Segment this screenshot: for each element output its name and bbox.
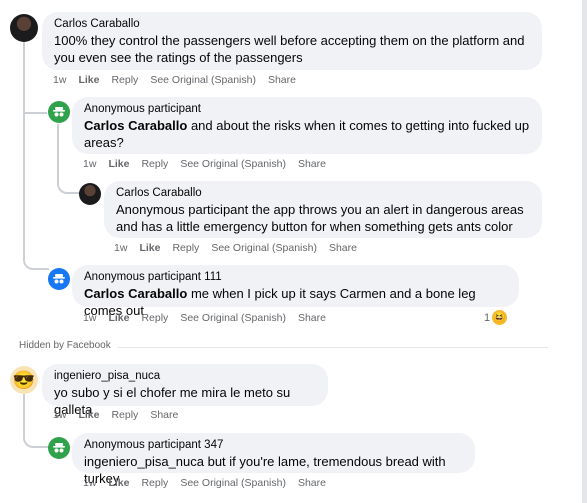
share-button[interactable]: Share: [298, 312, 326, 324]
comment-time[interactable]: 1w: [83, 312, 96, 324]
reaction-count: 1: [484, 311, 491, 324]
avatar[interactable]: [10, 14, 38, 42]
like-button[interactable]: Like: [108, 477, 129, 489]
comment-actions: 1w Like Reply See Original (Spanish) Sha…: [83, 312, 326, 324]
share-button[interactable]: Share: [268, 74, 296, 86]
reply-button[interactable]: Reply: [111, 409, 138, 421]
comment-author[interactable]: ingeniero_pisa_nuca: [54, 369, 316, 384]
thread-line-second: [23, 394, 49, 448]
thread-line-main: [23, 40, 49, 270]
hidden-by-facebook-label: Hidden by Facebook: [19, 340, 111, 351]
share-button[interactable]: Share: [150, 409, 178, 421]
divider: [118, 347, 548, 348]
see-original-button[interactable]: See Original (Spanish): [180, 477, 286, 489]
see-original-button[interactable]: See Original (Spanish): [211, 242, 317, 254]
comment-actions: 1w Like Reply See Original (Spanish) Sha…: [83, 477, 326, 489]
avatar[interactable]: [79, 183, 101, 205]
anonymous-icon: [53, 443, 65, 453]
avatar[interactable]: [48, 268, 70, 290]
comment-text: Anonymous participant the app throws you…: [116, 202, 524, 234]
comment-author[interactable]: Anonymous participant 347: [84, 438, 463, 453]
comment-time[interactable]: 1w: [53, 74, 66, 86]
comment-bubble: Anonymous participant 111 Carlos Carabal…: [72, 265, 519, 318]
mention-link[interactable]: Carlos Caraballo: [84, 286, 187, 301]
share-button[interactable]: Share: [298, 158, 326, 170]
comment-bubble: ingeniero_pisa_nuca yo subo y si el chof…: [42, 364, 328, 417]
scrollbar[interactable]: [582, 0, 587, 503]
comment-actions: 1w Like Reply See Original (Spanish) Sha…: [114, 242, 357, 254]
see-original-button[interactable]: See Original (Spanish): [180, 158, 286, 170]
share-button[interactable]: Share: [298, 477, 326, 489]
comment-time[interactable]: 1w: [83, 477, 96, 489]
comment-time[interactable]: 1w: [114, 242, 127, 254]
comment-bubble: Anonymous participant Carlos Caraballo a…: [72, 97, 542, 154]
like-button[interactable]: Like: [108, 158, 129, 170]
comment-author[interactable]: Carlos Caraballo: [54, 17, 530, 32]
avatar[interactable]: [48, 101, 70, 123]
comment-actions: 1w Like Reply See Original (Spanish) Sha…: [53, 74, 296, 86]
comment-author[interactable]: Anonymous participant 111: [84, 270, 507, 285]
reaction-summary[interactable]: 1 😆: [484, 309, 509, 326]
comment-text: 100% they control the passengers well be…: [54, 33, 525, 65]
reply-button[interactable]: Reply: [141, 477, 168, 489]
anonymous-icon: [53, 107, 65, 117]
comment-actions: 1w Like Reply See Original (Spanish) Sha…: [83, 158, 326, 170]
see-original-button[interactable]: See Original (Spanish): [180, 312, 286, 324]
scrollbar-thumb[interactable]: [582, 0, 587, 503]
avatar[interactable]: [48, 437, 70, 459]
like-button[interactable]: Like: [78, 74, 99, 86]
laughing-emoji-icon: 😆: [491, 309, 509, 326]
reply-button[interactable]: Reply: [172, 242, 199, 254]
share-button[interactable]: Share: [329, 242, 357, 254]
comment-time[interactable]: 1w: [53, 409, 66, 421]
avatar[interactable]: 😎: [10, 366, 38, 394]
see-original-button[interactable]: See Original (Spanish): [150, 74, 256, 86]
mention-link[interactable]: Carlos Caraballo: [84, 118, 187, 133]
comment-author[interactable]: Carlos Caraballo: [116, 186, 530, 201]
sunglasses-emoji-icon: 😎: [12, 369, 36, 390]
reply-button[interactable]: Reply: [111, 74, 138, 86]
comment-actions: 1w Like Reply Share: [53, 409, 178, 421]
comment-text: Carlos Caraballo and about the risks whe…: [84, 117, 530, 151]
comment-time[interactable]: 1w: [83, 158, 96, 170]
like-button[interactable]: Like: [139, 242, 160, 254]
like-button[interactable]: Like: [78, 409, 99, 421]
anonymous-icon: [53, 274, 65, 284]
thread-line-branch: [23, 100, 47, 114]
comment-bubble: Carlos Caraballo 100% they control the p…: [42, 12, 542, 70]
comment-author[interactable]: Anonymous participant: [84, 102, 530, 117]
like-button[interactable]: Like: [108, 312, 129, 324]
comment-bubble: Carlos Caraballo Anonymous participant t…: [104, 181, 542, 238]
reply-button[interactable]: Reply: [141, 158, 168, 170]
reply-button[interactable]: Reply: [141, 312, 168, 324]
comment-bubble: Anonymous participant 347 ingeniero_pisa…: [72, 433, 475, 486]
